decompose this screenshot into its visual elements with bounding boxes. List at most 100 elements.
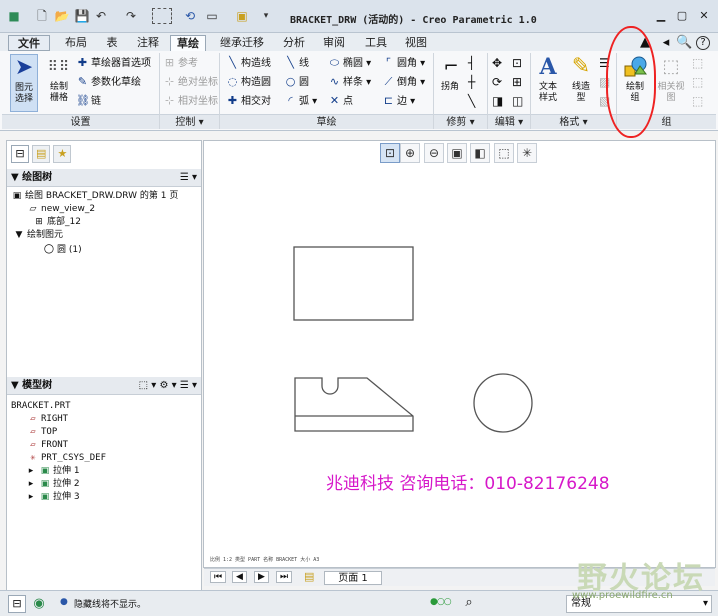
new-file-icon[interactable]: 🗋 [34,8,50,24]
circle-button[interactable]: ○ 圆 [284,74,309,90]
fillet-button[interactable]: ⌜ 圆角 ▾ [382,55,425,71]
tree-item-sheet[interactable]: ▣ 绘图 BRACKET_DRW.DRW 的第 1 页 [11,191,179,202]
drawing-tree-header[interactable]: ▼ 绘图树 ☰ ▾ [7,169,201,187]
scale-icon[interactable]: ⊡ [512,55,522,71]
tree-item-extrude[interactable]: ▸ ▣ 拉伸 2 [25,479,80,490]
new-sheet-icon[interactable]: ▤ [304,570,314,583]
status-message: 隐藏线将不显示。 [74,600,147,610]
construct-circle-button[interactable]: ◌ 构造圆 [226,74,271,90]
group-label-trim[interactable]: 修剪 ▾ [434,114,487,129]
tree-item-plane[interactable]: ▱ FRONT [27,440,68,451]
abs-coord-button[interactable]: ⊹ 绝对坐标 [163,74,218,90]
tree-item-extrude[interactable]: ▸ ▣ 拉伸 1 [25,466,80,477]
tree-item-plane[interactable]: ▱ RIGHT [27,414,68,425]
tab-legacy-migration[interactable]: 继承迁移 [214,35,270,51]
tree-item-circle[interactable]: ○ 圆 (1) [43,242,82,256]
tab-analysis[interactable]: 分析 [278,35,310,51]
maximize-icon[interactable]: ▢ [675,9,689,23]
close-window-icon[interactable]: ▣ [234,8,250,24]
sheet-tab[interactable]: 页面 1 [324,571,382,585]
close-icon[interactable]: ✕ [697,9,711,23]
window-select-icon[interactable] [152,8,172,24]
search-icon[interactable]: 🔍 [676,35,692,51]
rotate-icon[interactable]: ⟳ [492,74,502,90]
chain-button[interactable]: ⛓链 [76,93,101,109]
tab-tools[interactable]: 工具 [360,35,392,51]
trim-split-icon[interactable]: ┤ [468,55,475,71]
tree-settings-icon[interactable]: ☰ ▾ [180,169,197,187]
stretch-icon[interactable]: ⊞ [512,74,522,90]
group-list-icon[interactable]: ⬚ [692,55,703,71]
tree-tab-icon[interactable]: ⊟ [11,145,29,163]
point-button[interactable]: ✕ 点 [328,93,353,109]
spline-button[interactable]: ∿ 样条 ▾ [328,74,371,90]
favorites-tab-icon[interactable]: ★ [53,145,72,163]
find-icon[interactable]: ⌕ [458,594,480,612]
chamfer-button[interactable]: ⟋ 倒角 ▾ [382,74,426,90]
tab-table[interactable]: 表 [100,35,124,51]
select-button[interactable]: ➤ 图元 选择 [10,54,38,112]
group-label-format[interactable]: 格式 ▾ [531,114,616,129]
line-button[interactable]: ╲ 线 [284,55,309,71]
tree-item-bottom[interactable]: ⊞ 底部_12 [33,217,81,228]
last-sheet-icon[interactable]: ⏭ [276,571,293,583]
tab-file[interactable]: 文件 [8,35,50,51]
tab-review[interactable]: 审阅 [318,35,350,51]
tree-item-plane[interactable]: ▱ TOP [27,427,57,438]
trim-extend-icon[interactable]: ┼ [468,74,475,90]
trim-delete-icon[interactable]: ╲ [468,93,475,109]
regenerate-icon[interactable]: ⟲ [182,8,198,24]
group-label-control[interactable]: 控制 ▾ [160,114,219,129]
param-sketch-button[interactable]: ✎ 参数化草绘 [76,74,141,90]
browser-toggle-icon[interactable]: ◉ [30,595,48,613]
undo-icon[interactable]: ↶ [93,8,109,24]
arc-button[interactable]: ◜ 弧 ▾ [284,93,317,109]
draw-grid-button[interactable]: ⠿⠿ 绘制 栅格 [44,54,74,104]
group-ungroup-icon[interactable]: ⬚ [692,74,703,90]
text-style-button[interactable]: A 文本 样式 [533,54,563,104]
tree-item-csys[interactable]: ✳ PRT_CSYS_DEF [27,453,106,464]
tree-item-view[interactable]: ▱ new_view_2 [27,204,96,215]
corner-button[interactable]: ⌐ 拐角 [438,54,462,93]
open-file-icon[interactable]: 📂 [54,8,70,24]
ellipse-button[interactable]: ⬭ 椭圆 ▾ [328,55,371,71]
ribbon-prev-icon[interactable]: ◂ [658,35,674,51]
graphics-window[interactable]: ⊡ ⊕ ⊖ ▣ ◧ ⬚ ✳ 兆迪科技 咨询电话：010-82176248 比例 … [203,140,716,586]
edge-button[interactable]: ⊏ 边 ▾ [382,93,415,109]
prev-sheet-icon[interactable]: ◀ [232,571,247,583]
navigator-toggle-icon[interactable]: ⊟ [8,595,26,613]
first-sheet-icon[interactable]: ⏮ [210,571,227,583]
tab-sketch[interactable]: 草绘 [170,35,206,51]
model-tree-tools-icon[interactable]: ⬚ ▾ ⚙ ▾ ☰ ▾ [139,377,197,395]
tab-view[interactable]: 视图 [400,35,432,51]
offset-icon[interactable]: ◫ [512,93,523,109]
windows-icon[interactable]: ▭ [204,8,220,24]
intersect-button[interactable]: ✚ 相交对 [226,93,271,109]
tree-item-label: 绘制图元 [27,230,64,240]
model-tree-header[interactable]: ▼ 模型树 ⬚ ▾ ⚙ ▾ ☰ ▾ [7,377,201,395]
help-icon[interactable]: ? [696,36,710,50]
sketcher-prefs-button[interactable]: ✚ 草绘器首选项 [76,55,151,71]
save-icon[interactable]: 💾 [74,8,90,24]
tree-item-part[interactable]: BRACKET.PRT [11,401,71,412]
group-label-edit[interactable]: 编辑 ▾ [488,114,530,129]
redo-icon[interactable]: ↷ [123,8,139,24]
title-bar: ■ 🗋 📂 💾 ↶ ↷ ⟲ ▭ ▣ ▾ BRACKET_DRW (活动的) - … [0,0,718,33]
circle-icon: ○ [285,75,296,88]
customize-qat-icon[interactable]: ▾ [258,8,274,24]
tab-annotate[interactable]: 注释 [132,35,164,51]
line-style-button[interactable]: ✎ 线造 型 [566,54,596,104]
next-sheet-icon[interactable]: ▶ [254,571,269,583]
tab-layout[interactable]: 布局 [60,35,92,51]
minimize-icon[interactable]: ▁ [654,9,668,23]
reference-button[interactable]: ⊞ 参考 [163,55,198,71]
related-view-button[interactable]: ⬚ 相关视 图 [654,54,688,104]
construct-line-button[interactable]: ╲ 构造线 [226,55,271,71]
folder-tab-icon[interactable]: ▤ [32,145,51,163]
tree-item-draft-entities[interactable]: ▼ 绘制图元 [13,230,63,241]
group-rotate-icon[interactable]: ⬚ [692,93,703,109]
move-icon[interactable]: ✥ [492,55,502,71]
rel-coord-button[interactable]: ⊹ 相对坐标 [163,93,218,109]
tree-item-extrude[interactable]: ▸ ▣ 拉伸 3 [25,492,80,503]
mirror-icon[interactable]: ◨ [492,93,503,109]
